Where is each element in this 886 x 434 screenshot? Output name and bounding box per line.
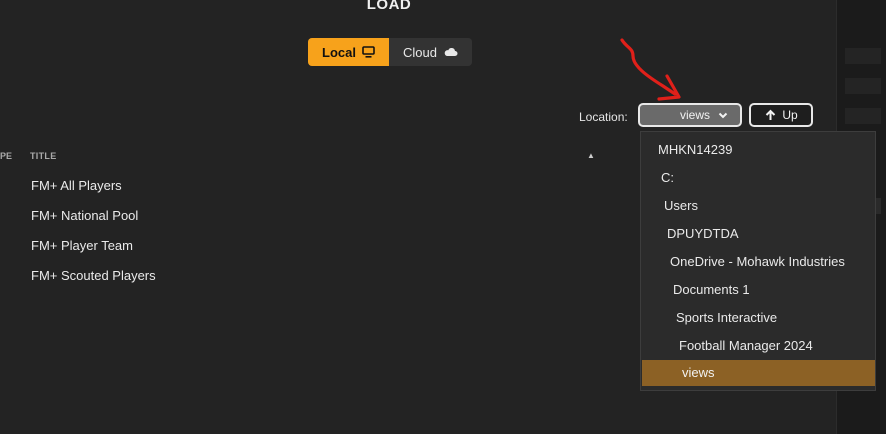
cloud-icon [444,48,458,56]
side-panel-row [845,48,881,64]
side-panel-row [845,78,881,94]
annotation-arrow [620,38,681,101]
source-toggle: Local Cloud [308,38,472,66]
dropdown-item[interactable]: MHKN14239 [642,137,875,163]
file-row[interactable]: FM+ National Pool [31,208,138,223]
dropdown-item[interactable]: Documents 1 [642,277,875,303]
dropdown-item-selected[interactable]: views [642,360,875,386]
dropdown-item[interactable]: Users [642,193,875,219]
location-value: views [679,108,710,122]
dropdown-item[interactable]: OneDrive - Mohawk Industries [642,249,875,275]
file-row[interactable]: FM+ All Players [31,178,122,193]
cloud-label: Cloud [402,44,437,60]
monitor-icon [362,46,375,58]
cloud-button[interactable]: Cloud [388,38,472,66]
file-row[interactable]: FM+ Player Team [31,238,133,253]
page-title: LOAD [366,0,412,13]
dropdown-item[interactable]: DPUYDTDA [642,221,875,247]
dropdown-item[interactable]: Sports Interactive [642,305,875,331]
dropdown-item[interactable]: C: [642,165,875,191]
side-panel-row [845,108,881,124]
column-header-pe[interactable]: PE [0,151,12,161]
up-button[interactable]: Up [749,103,813,127]
dropdown-item[interactable]: Football Manager 2024 [642,333,875,359]
local-button[interactable]: Local [308,38,389,66]
file-row[interactable]: FM+ Scouted Players [31,268,156,283]
location-dropdown-menu: MHKN14239 C: Users DPUYDTDA OneDrive - M… [640,131,876,391]
location-select[interactable]: views [638,103,742,127]
column-header-title[interactable]: TITLE [30,151,57,161]
up-label: Up [782,108,798,122]
sort-ascending-icon[interactable]: ▲ [587,151,595,160]
local-label: Local [322,44,356,60]
chevron-down-icon [718,112,728,118]
arrow-up-icon [766,109,776,120]
location-label: Location: [579,110,628,124]
